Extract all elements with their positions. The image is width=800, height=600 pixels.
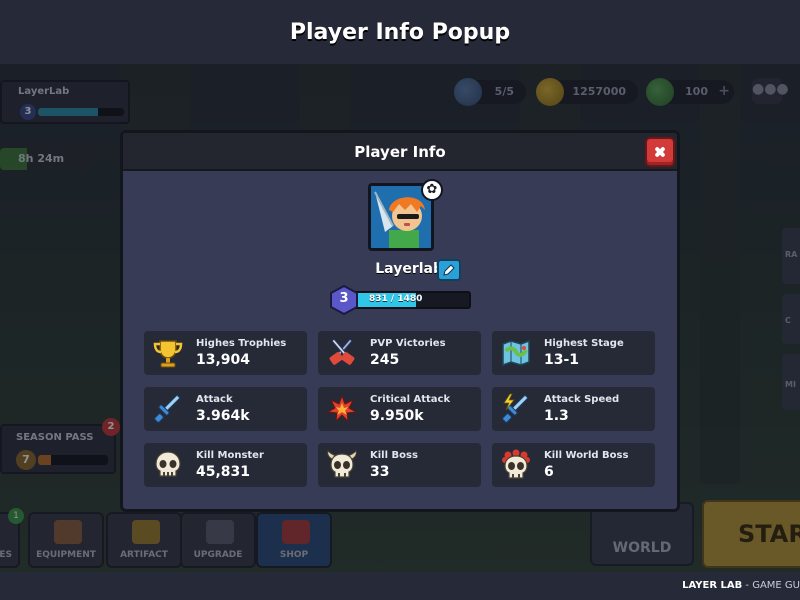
xp-progress-bar: 831 / 1480 xyxy=(347,291,471,309)
stat-card-attack: Attack 3.964k xyxy=(144,387,307,431)
xp-text: 831 / 1480 xyxy=(369,294,423,304)
stat-label: Critical Attack xyxy=(370,394,451,405)
stat-card-highest-stage: Highest Stage 13-1 xyxy=(492,331,655,375)
pencil-icon xyxy=(443,264,455,276)
stat-value: 3.964k xyxy=(196,408,250,424)
stat-value: 1.3 xyxy=(544,408,569,424)
stat-label: Attack xyxy=(196,394,233,405)
trophy-icon xyxy=(153,340,183,368)
player-info-popup: Player Info ✿ Layerlab 3 831 / 1480 High… xyxy=(120,130,680,512)
stat-card-kill-monster: Kill Monster 45,831 xyxy=(144,443,307,487)
gear-icon[interactable]: ✿ xyxy=(421,179,443,201)
stat-value: 13,904 xyxy=(196,352,251,368)
stat-value: 45,831 xyxy=(196,464,251,480)
stat-label: Kill Boss xyxy=(370,450,418,461)
footer: LAYER LAB - GAME GU xyxy=(0,572,800,600)
popup-header: Player Info xyxy=(123,133,677,171)
stat-card-kill-boss: Kill Boss 33 xyxy=(318,443,481,487)
stat-card-critical-attack: Critical Attack 9.950k xyxy=(318,387,481,431)
skull-icon xyxy=(155,451,181,477)
crossed-swords-icon xyxy=(329,338,355,365)
horned-skull-icon xyxy=(327,450,357,478)
edit-name-button[interactable] xyxy=(437,259,461,281)
footer-brand-name: LAYER LAB xyxy=(682,580,743,591)
page-title: Player Info Popup xyxy=(289,19,511,45)
explosion-icon xyxy=(326,394,358,423)
stat-label: Attack Speed xyxy=(544,394,620,405)
popup-title: Player Info xyxy=(354,143,446,161)
close-button[interactable] xyxy=(645,137,675,167)
stat-card-highest-trophies: Highes Trophies 13,904 xyxy=(144,331,307,375)
level-badge: 3 xyxy=(329,284,359,316)
footer-brand: LAYER LAB - GAME GU xyxy=(682,580,800,591)
stat-value: 13-1 xyxy=(544,352,580,368)
lightning-sword-icon xyxy=(502,393,529,423)
crowned-skull-icon xyxy=(502,449,530,479)
stat-card-pvp-victories: PVP Victories 245 xyxy=(318,331,481,375)
stat-value: 9.950k xyxy=(370,408,424,424)
sword-icon xyxy=(154,394,181,423)
footer-brand-suffix: - GAME GU xyxy=(742,580,800,591)
stat-label: Kill World Boss xyxy=(544,450,629,461)
stat-value: 33 xyxy=(370,464,390,480)
stat-label: Highest Stage xyxy=(544,338,624,349)
stat-label: PVP Victories xyxy=(370,338,446,349)
map-icon xyxy=(502,339,530,367)
top-banner: Player Info Popup xyxy=(0,0,800,64)
stat-value: 245 xyxy=(370,352,400,368)
stat-label: Highes Trophies xyxy=(196,338,287,349)
stat-value: 6 xyxy=(544,464,554,480)
level-value: 3 xyxy=(339,291,349,306)
stat-label: Kill Monster xyxy=(196,450,264,461)
stat-card-attack-speed: Attack Speed 1.3 xyxy=(492,387,655,431)
stat-card-kill-world-boss: Kill World Boss 6 xyxy=(492,443,655,487)
player-name: Layerlab xyxy=(375,261,443,277)
